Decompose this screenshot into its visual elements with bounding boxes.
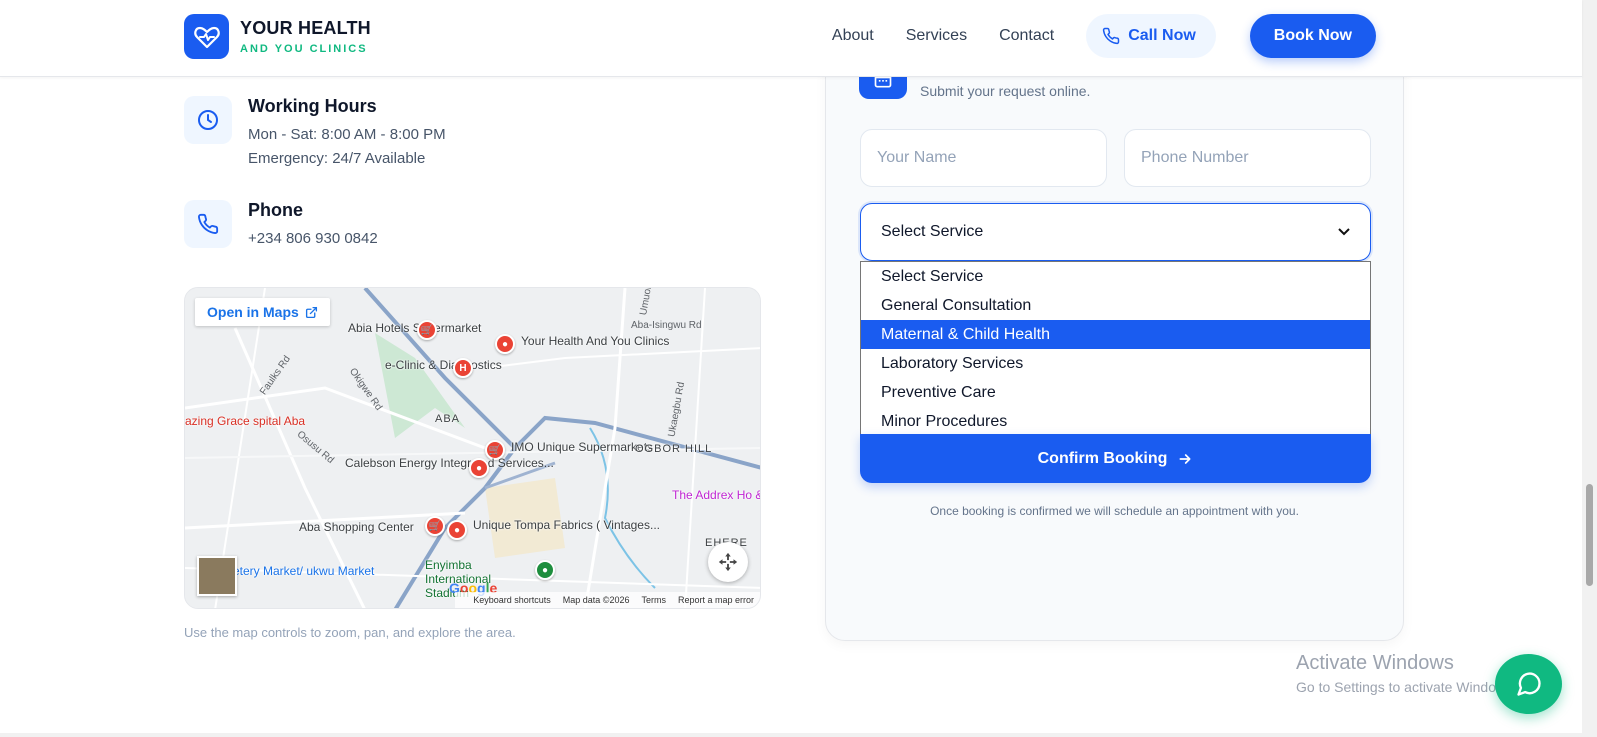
name-input[interactable]: Your Name — [860, 129, 1107, 187]
phone-icon — [184, 200, 232, 248]
chat-bubble-icon — [1516, 672, 1541, 696]
book-now-button[interactable]: Book Now — [1249, 14, 1376, 58]
open-in-maps-link[interactable]: Open in Maps — [195, 298, 330, 326]
service-option[interactable]: General Consultation — [861, 291, 1370, 320]
chevron-down-icon — [1338, 228, 1350, 236]
service-option[interactable]: Preventive Care — [861, 378, 1370, 407]
horizontal-scrollbar — [0, 733, 1582, 737]
road-label: Aba-Isingwu Rd — [631, 320, 702, 331]
working-hours-title: Working Hours — [248, 96, 377, 116]
shopping-cart-icon[interactable]: 🛒 — [425, 516, 445, 536]
stadium-icon[interactable]: ● — [535, 560, 555, 580]
page-scrollbar[interactable] — [1582, 0, 1597, 737]
gas-station-icon[interactable]: ● — [469, 458, 489, 478]
service-option[interactable]: Select Service — [861, 262, 1370, 291]
service-option[interactable]: Minor Procedures — [861, 407, 1370, 436]
service-option[interactable]: Laboratory Services — [861, 349, 1370, 378]
hospital-icon[interactable]: H — [453, 358, 473, 378]
main-nav: About Services Contact Call Now Book Now — [832, 14, 1376, 58]
phone-title: Phone — [248, 200, 304, 220]
service-option-highlighted[interactable]: Maternal & Child Health — [861, 320, 1370, 349]
scroll-thumb[interactable] — [1586, 484, 1593, 586]
map-place[interactable]: The Addrex Ho & Suites A — [672, 488, 760, 502]
map-attribution: Keyboard shortcuts Map data ©2026 Terms … — [455, 592, 760, 608]
phone-placeholder: Phone Number — [1141, 149, 1249, 166]
map-place[interactable]: Your Health And You Clinics — [521, 334, 669, 348]
service-select-value: Select Service — [881, 223, 984, 240]
fullscreen-button[interactable] — [708, 542, 748, 582]
confirm-booking-label: Confirm Booking — [1037, 449, 1168, 467]
external-link-icon — [305, 306, 317, 318]
map-place[interactable]: IMO Unique Supermarkets — [511, 440, 653, 454]
heart-pulse-icon — [184, 14, 229, 59]
clinic-pin-icon[interactable]: ● — [495, 334, 515, 354]
map-data-text: Map data ©2026 — [562, 595, 630, 605]
phone-number[interactable]: +234 806 930 0842 — [248, 227, 378, 251]
arrow-right-icon — [1179, 453, 1191, 464]
map-place[interactable]: etery Market/ ukwu Market — [233, 564, 374, 578]
windows-activation-watermark: Activate Windows Go to Settings to activ… — [1296, 652, 1517, 695]
booking-card: Submit your request online. Your Name Ph… — [825, 40, 1404, 641]
map-area: ABA — [435, 413, 461, 425]
working-hours-block: Working Hours Mon - Sat: 8:00 AM - 8:00 … — [184, 96, 446, 171]
call-now-label: Call Now — [1128, 27, 1196, 44]
clock-icon — [184, 96, 232, 144]
keyboard-shortcuts-link[interactable]: Keyboard shortcuts — [473, 595, 551, 605]
map-place[interactable]: Aba Shopping Center — [299, 520, 414, 534]
service-dropdown: Select Service General Consultation Mate… — [860, 261, 1371, 437]
map-place[interactable]: Abia Hotels Supermarket — [348, 321, 481, 335]
phone-icon — [1103, 27, 1120, 45]
call-now-button[interactable]: Call Now — [1086, 14, 1216, 58]
map-area: OGBOR HILL — [635, 443, 713, 455]
nav-about[interactable]: About — [832, 27, 874, 45]
map-place[interactable]: Unique Tompa Fabrics ( Vintages... — [473, 518, 660, 532]
map-place[interactable]: azing Grace spital Aba — [185, 414, 305, 428]
activate-title: Activate Windows — [1296, 652, 1454, 674]
service-select[interactable]: Select Service — [860, 203, 1371, 261]
booking-note: Once booking is confirmed we will schedu… — [930, 504, 1299, 518]
booking-subtitle: Submit your request online. — [920, 83, 1091, 99]
embedded-map[interactable]: Open in Maps Abia Hotels Supermarket 🛒 e… — [184, 287, 761, 609]
expand-arrows-icon — [718, 552, 738, 572]
shopping-bag-icon[interactable]: ● — [447, 520, 467, 540]
phone-input[interactable]: Phone Number — [1124, 129, 1371, 187]
report-error-link[interactable]: Report a map error — [678, 595, 754, 605]
nav-services[interactable]: Services — [906, 27, 967, 45]
phone-block: Phone +234 806 930 0842 — [184, 200, 378, 251]
name-placeholder: Your Name — [877, 149, 957, 166]
emergency-line: Emergency: 24/7 Available — [248, 150, 426, 167]
nav-contact[interactable]: Contact — [999, 27, 1054, 45]
activate-subtitle: Go to Settings to activate Windows. — [1296, 679, 1517, 695]
map-hint: Use the map controls to zoom, pan, and e… — [184, 625, 516, 640]
map-place[interactable]: e-Clinic & Diagnostics — [385, 358, 502, 372]
satellite-toggle[interactable] — [197, 556, 237, 596]
logo-title: YOUR HEALTH — [240, 18, 371, 38]
chat-button[interactable] — [1495, 654, 1562, 714]
confirm-booking-button[interactable]: Confirm Booking — [860, 434, 1371, 483]
logo-subtitle: AND YOU CLINICS — [240, 43, 368, 55]
open-in-maps-label: Open in Maps — [207, 304, 299, 320]
hours-line: Mon - Sat: 8:00 AM - 8:00 PM — [248, 126, 446, 143]
map-place[interactable]: Calebson Energy Integrated Services... — [345, 456, 554, 470]
shopping-cart-icon[interactable]: 🛒 — [417, 320, 437, 340]
logo[interactable]: YOUR HEALTH AND YOU CLINICS — [184, 14, 371, 59]
site-header: YOUR HEALTH AND YOU CLINICS About Servic… — [0, 0, 1582, 77]
terms-link[interactable]: Terms — [641, 595, 666, 605]
